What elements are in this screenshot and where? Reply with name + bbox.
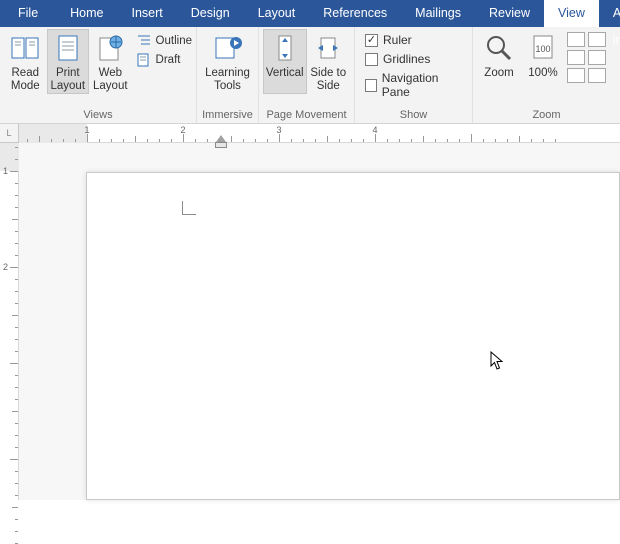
- ruler-checkbox[interactable]: Ruler: [365, 33, 460, 47]
- print-layout-button[interactable]: Print Layout: [47, 29, 90, 94]
- web-layout-label: Web Layout: [91, 67, 130, 93]
- side-to-side-label: Side to Side: [309, 67, 349, 93]
- navigation-pane-checkbox[interactable]: Navigation Pane: [365, 71, 460, 99]
- tab-stop-selector[interactable]: L: [0, 124, 19, 143]
- book-open-icon: [9, 32, 41, 64]
- page-icon: [52, 32, 84, 64]
- checkbox-icon: [365, 79, 377, 92]
- tab-insert[interactable]: Insert: [118, 0, 177, 27]
- tab-references[interactable]: References: [309, 0, 401, 27]
- gridlines-checkbox[interactable]: Gridlines: [365, 52, 460, 66]
- document-area: L 1234 12: [0, 124, 620, 500]
- group-show: Ruler Gridlines Navigation Pane Show: [355, 27, 473, 123]
- web-layout-button[interactable]: Web Layout: [89, 29, 132, 94]
- group-page-movement: Vertical Side to Side Page Movement: [259, 27, 355, 123]
- vertical-label: Vertical: [266, 67, 304, 93]
- arrange-all-button[interactable]: [588, 50, 606, 65]
- read-mode-label: Read Mode: [6, 67, 45, 93]
- book-audio-icon: [212, 32, 244, 64]
- group-zoom-label: Zoom: [473, 109, 620, 123]
- tab-home[interactable]: Home: [56, 0, 117, 27]
- menu-tabs: File Home Insert Design Layout Reference…: [0, 0, 620, 27]
- zoom-label: Zoom: [484, 67, 513, 93]
- outline-label: Outline: [156, 35, 192, 47]
- zoom-extra-buttons: [565, 29, 608, 83]
- tab-design[interactable]: Design: [177, 0, 244, 27]
- group-show-label: Show: [355, 109, 472, 123]
- navigation-pane-label: Navigation Pane: [382, 71, 460, 99]
- group-views-label: Views: [0, 109, 196, 123]
- outline-icon: [136, 33, 152, 49]
- horizontal-arrows-icon: [312, 32, 344, 64]
- tab-layout[interactable]: Layout: [244, 0, 310, 27]
- group-immersive-label: Immersive: [197, 109, 258, 123]
- vertical-arrows-icon: [269, 32, 301, 64]
- read-mode-button[interactable]: Read Mode: [4, 29, 47, 94]
- group-immersive: Learning Tools Immersive: [197, 27, 259, 123]
- new-window-button[interactable]: [588, 32, 606, 47]
- zoom-100-label: 100%: [528, 67, 557, 93]
- checkbox-icon: [365, 53, 378, 66]
- draft-button[interactable]: Draft: [136, 52, 192, 68]
- group-views: Read Mode Print Layout Web Layout Outlin…: [0, 27, 197, 123]
- first-line-indent-marker[interactable]: [216, 135, 226, 142]
- group-page-movement-label: Page Movement: [259, 109, 354, 123]
- page-width-button[interactable]: [567, 68, 585, 83]
- zoom-100-button[interactable]: 100 100%: [521, 29, 565, 94]
- horizontal-ruler[interactable]: 1234: [19, 124, 620, 143]
- vertical-button[interactable]: Vertical: [263, 29, 307, 94]
- print-layout-label: Print Layout: [49, 67, 88, 93]
- one-page-button[interactable]: [567, 32, 585, 47]
- draft-icon: [136, 52, 152, 68]
- globe-page-icon: [94, 32, 126, 64]
- margin-corner-mark: [182, 201, 196, 215]
- multi-page-button[interactable]: [567, 50, 585, 65]
- ruler-label: Ruler: [383, 33, 412, 47]
- hanging-indent-marker[interactable]: [215, 142, 227, 148]
- document-page[interactable]: [86, 172, 620, 500]
- tab-addins[interactable]: Add-in: [599, 0, 620, 27]
- tab-file[interactable]: File: [0, 0, 56, 27]
- tab-review[interactable]: Review: [475, 0, 544, 27]
- learning-tools-label: Learning Tools: [203, 67, 252, 93]
- split-button[interactable]: [588, 68, 606, 83]
- magnifier-icon: [483, 32, 515, 64]
- side-to-side-button[interactable]: Side to Side: [307, 29, 351, 94]
- page-100-icon: 100: [527, 32, 559, 64]
- draft-label: Draft: [156, 54, 181, 66]
- group-zoom: Zoom 100 100% Zoom: [473, 27, 620, 123]
- ribbon: Read Mode Print Layout Web Layout Outlin…: [0, 27, 620, 124]
- learning-tools-button[interactable]: Learning Tools: [201, 29, 254, 94]
- zoom-button[interactable]: Zoom: [477, 29, 521, 94]
- tab-view[interactable]: View: [544, 0, 599, 27]
- tab-mailings[interactable]: Mailings: [401, 0, 475, 27]
- checkbox-checked-icon: [365, 34, 378, 47]
- outline-button[interactable]: Outline: [136, 33, 192, 49]
- vertical-ruler[interactable]: 12: [0, 143, 19, 500]
- svg-text:100: 100: [535, 44, 550, 54]
- gridlines-label: Gridlines: [383, 52, 430, 66]
